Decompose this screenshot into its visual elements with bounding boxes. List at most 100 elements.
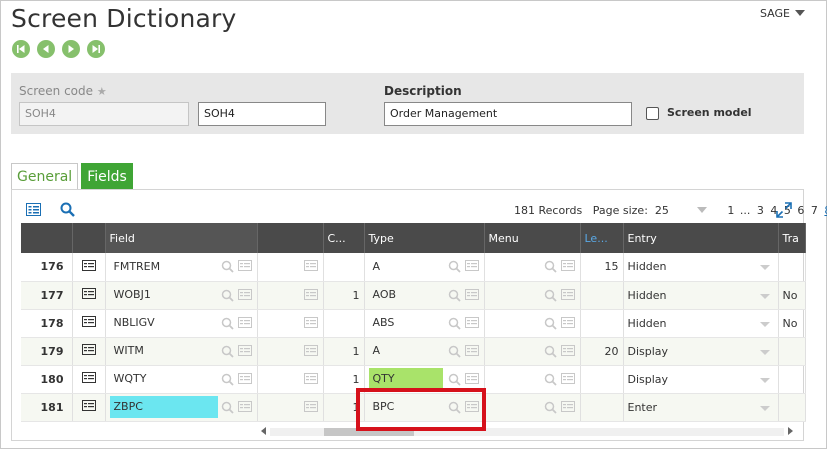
previous-record-icon[interactable]	[37, 40, 55, 58]
lookup-icon[interactable]	[544, 289, 557, 305]
chevron-down-icon[interactable]	[759, 265, 770, 270]
detail-icon[interactable]	[303, 288, 318, 303]
lookup-icon[interactable]	[544, 373, 557, 389]
horizontal-scrollbar[interactable]	[258, 426, 796, 437]
col-header-tra[interactable]: Tra	[778, 223, 806, 253]
entry-cell[interactable]: Display	[623, 337, 779, 366]
lookup-icon[interactable]	[221, 401, 234, 417]
detail-icon[interactable]	[560, 400, 575, 417]
expand-icon[interactable]	[776, 202, 792, 222]
col-header-length[interactable]: Le...	[580, 223, 624, 253]
row-detail-cell[interactable]	[72, 365, 106, 394]
row-detail-icon[interactable]	[81, 344, 96, 358]
description-input[interactable]: Order Management	[384, 102, 632, 126]
lookup-icon[interactable]	[221, 345, 234, 361]
tra-cell[interactable]	[778, 393, 806, 422]
lookup-icon[interactable]	[544, 260, 557, 276]
c-cell[interactable]	[323, 253, 365, 282]
blank-cell[interactable]	[257, 393, 324, 422]
user-menu[interactable]: SAGE	[760, 7, 805, 20]
blank-cell[interactable]	[257, 365, 324, 394]
field-cell[interactable]: NBLIGV	[105, 309, 258, 338]
detail-icon[interactable]	[237, 316, 252, 333]
row-detail-cell[interactable]	[72, 393, 106, 422]
length-cell[interactable]	[580, 309, 624, 338]
lookup-icon[interactable]	[221, 260, 234, 276]
entry-cell[interactable]: Display	[623, 365, 779, 394]
lookup-icon[interactable]	[448, 260, 461, 276]
c-cell[interactable]	[323, 309, 365, 338]
length-cell[interactable]: 15	[580, 253, 624, 282]
detail-icon[interactable]	[303, 344, 318, 359]
screen-code-input[interactable]: SOH4	[198, 102, 326, 126]
row-detail-cell[interactable]	[72, 309, 106, 338]
row-detail-cell[interactable]	[72, 253, 106, 282]
tra-cell[interactable]: No	[778, 309, 806, 338]
row-detail-icon[interactable]	[81, 288, 96, 302]
detail-icon[interactable]	[464, 316, 479, 333]
field-cell[interactable]: WQTY	[105, 365, 258, 394]
page-link[interactable]: 6	[797, 204, 804, 217]
col-header-menu[interactable]: Menu	[484, 223, 581, 253]
last-record-icon[interactable]	[87, 40, 105, 58]
chevron-down-icon[interactable]	[759, 321, 770, 327]
lookup-icon[interactable]	[221, 317, 234, 333]
detail-icon[interactable]	[303, 260, 318, 274]
menu-cell[interactable]	[484, 309, 581, 338]
detail-icon[interactable]	[237, 372, 252, 389]
detail-icon[interactable]	[303, 316, 318, 331]
tra-cell[interactable]	[778, 365, 806, 394]
lookup-icon[interactable]	[448, 345, 461, 361]
col-header-c[interactable]: C...	[323, 223, 365, 253]
menu-cell[interactable]	[484, 253, 581, 282]
row-detail-icon[interactable]	[81, 400, 96, 414]
blank-cell[interactable]	[257, 337, 324, 366]
table-row[interactable]: 178 NBLIGV ABS Hidden No	[21, 309, 806, 338]
detail-icon[interactable]	[560, 288, 575, 305]
tra-cell[interactable]: No	[778, 281, 806, 310]
type-cell[interactable]: AOB	[364, 281, 485, 310]
row-detail-icon[interactable]	[81, 316, 96, 330]
entry-cell[interactable]: Hidden	[623, 253, 779, 282]
detail-icon[interactable]	[237, 400, 252, 417]
row-detail-cell[interactable]	[72, 281, 106, 310]
chevron-down-icon[interactable]	[759, 349, 770, 355]
field-cell[interactable]: FMTREM	[105, 253, 258, 282]
blank-cell[interactable]	[257, 253, 324, 282]
page-link[interactable]: 3	[757, 204, 764, 217]
detail-icon[interactable]	[560, 316, 575, 333]
col-header-entry[interactable]: Entry	[623, 223, 779, 253]
chevron-down-icon[interactable]	[759, 293, 770, 299]
next-record-icon[interactable]	[62, 40, 80, 58]
detail-icon[interactable]	[560, 372, 575, 389]
entry-cell[interactable]: Enter	[623, 393, 779, 422]
field-cell[interactable]: WOBJ1	[105, 281, 258, 310]
chevron-down-icon[interactable]	[696, 207, 707, 213]
first-record-icon[interactable]	[12, 40, 30, 58]
blank-cell[interactable]	[257, 309, 324, 338]
blank-cell[interactable]	[257, 281, 324, 310]
lookup-icon[interactable]	[544, 317, 557, 333]
type-cell[interactable]: ABS	[364, 309, 485, 338]
page-link[interactable]: 1	[727, 204, 734, 217]
detail-icon[interactable]	[464, 344, 479, 361]
detail-icon[interactable]	[464, 288, 479, 305]
row-detail-icon[interactable]	[81, 372, 96, 386]
detail-icon[interactable]	[464, 260, 479, 276]
length-cell[interactable]	[580, 365, 624, 394]
col-header-field[interactable]: Field	[105, 223, 258, 253]
chevron-down-icon[interactable]	[759, 377, 770, 383]
table-row[interactable]: 176 FMTREM A 15 Hidden	[21, 253, 806, 282]
length-cell[interactable]	[580, 393, 624, 422]
menu-cell[interactable]	[484, 337, 581, 366]
detail-icon[interactable]	[237, 344, 252, 361]
lookup-icon[interactable]	[448, 289, 461, 305]
table-row[interactable]: 177 WOBJ1 1 AOB Hidden No	[21, 281, 806, 310]
entry-cell[interactable]: Hidden	[623, 309, 779, 338]
menu-cell[interactable]	[484, 365, 581, 394]
tab-fields[interactable]: Fields	[81, 163, 133, 189]
c-cell[interactable]: 1	[323, 281, 365, 310]
page-size-select[interactable]: 25	[655, 204, 695, 217]
menu-cell[interactable]	[484, 281, 581, 310]
detail-icon[interactable]	[303, 400, 318, 415]
